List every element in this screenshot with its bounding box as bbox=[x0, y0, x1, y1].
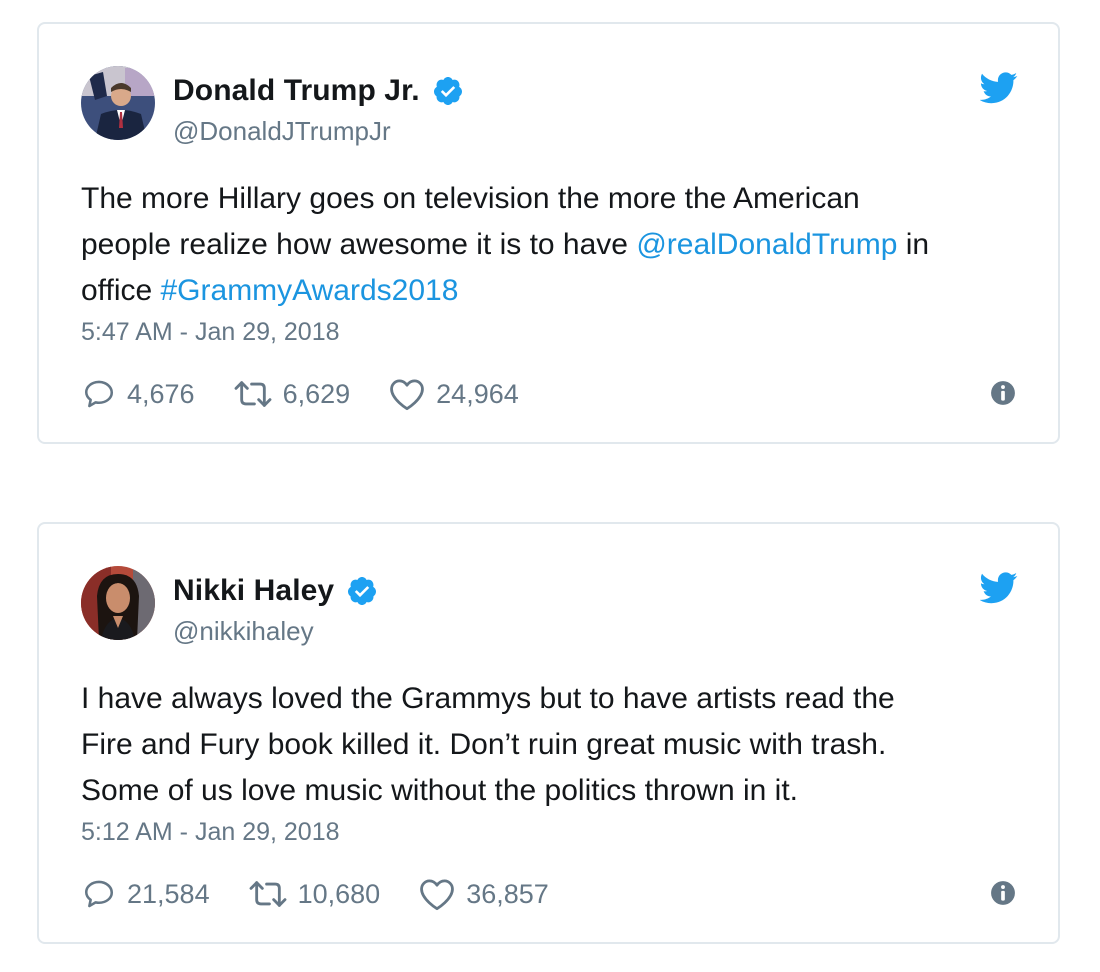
tweet-text: I have always loved the Grammys but to h… bbox=[81, 676, 1031, 814]
display-name[interactable]: Donald Trump Jr. bbox=[173, 74, 420, 108]
reply-button[interactable]: 21,584 bbox=[81, 877, 210, 911]
tweet-card[interactable]: Donald Trump Jr. @DonaldJTrumpJr The mor… bbox=[37, 22, 1060, 444]
action-bar: 21,584 10,680 36,857 bbox=[81, 874, 587, 914]
info-icon[interactable] bbox=[990, 880, 1016, 906]
reply-count: 4,676 bbox=[127, 378, 195, 409]
tweet-card[interactable]: Nikki Haley @nikkihaley I have always lo… bbox=[37, 522, 1060, 944]
tweet-text-segment: office bbox=[81, 274, 161, 307]
mention-link[interactable]: @realDonaldTrump bbox=[636, 228, 897, 261]
twitter-bird-icon[interactable] bbox=[980, 572, 1018, 604]
tweet-text-line: I have always loved the Grammys but to h… bbox=[81, 676, 1031, 722]
heart-icon bbox=[390, 379, 425, 411]
timestamp[interactable]: 5:47 AM - Jan 29, 2018 bbox=[81, 318, 340, 347]
handle[interactable]: @DonaldJTrumpJr bbox=[173, 116, 391, 147]
retweet-button[interactable]: 10,680 bbox=[248, 877, 381, 911]
info-icon[interactable] bbox=[990, 380, 1016, 406]
tweet-text-segment: Fire and Fury book killed it. Don’t ruin… bbox=[81, 728, 887, 761]
retweet-icon bbox=[249, 881, 287, 907]
retweet-button[interactable]: 6,629 bbox=[233, 377, 351, 411]
heart-icon bbox=[420, 879, 455, 911]
twitter-bird-icon[interactable] bbox=[980, 72, 1018, 104]
tweet-text-line: The more Hillary goes on television the … bbox=[81, 176, 1031, 222]
like-count: 36,857 bbox=[466, 878, 549, 909]
reply-count: 21,584 bbox=[127, 878, 210, 909]
tweet-text-line: office #GrammyAwards2018 bbox=[81, 268, 1031, 314]
action-bar: 4,676 6,629 24,964 bbox=[81, 374, 557, 414]
tweet-text-segment: The more Hillary goes on television the … bbox=[81, 182, 860, 215]
like-button[interactable]: 24,964 bbox=[388, 377, 519, 411]
tweet-text: The more Hillary goes on television the … bbox=[81, 176, 1031, 314]
avatar[interactable] bbox=[81, 566, 155, 640]
tweet-text-segment: I have always loved the Grammys but to h… bbox=[81, 682, 895, 715]
verified-badge-icon bbox=[348, 577, 377, 605]
tweet-text-segment: Some of us love music without the politi… bbox=[81, 774, 798, 807]
retweet-count: 10,680 bbox=[297, 878, 381, 909]
like-count: 24,964 bbox=[436, 378, 519, 409]
avatar-photo-icon bbox=[81, 566, 155, 640]
reply-icon bbox=[84, 380, 114, 408]
tweet-text-segment: in bbox=[897, 228, 930, 261]
timestamp[interactable]: 5:12 AM - Jan 29, 2018 bbox=[81, 818, 340, 847]
avatar-photo-icon bbox=[81, 66, 155, 140]
tweet-text-segment: people realize how awesome it is to have bbox=[81, 228, 637, 261]
avatar[interactable] bbox=[81, 66, 155, 140]
tweet-text-line: Fire and Fury book killed it. Don’t ruin… bbox=[81, 722, 1031, 768]
retweet-count: 6,629 bbox=[282, 378, 351, 409]
display-name[interactable]: Nikki Haley bbox=[173, 574, 334, 608]
reply-button[interactable]: 4,676 bbox=[81, 377, 195, 411]
handle[interactable]: @nikkihaley bbox=[173, 616, 314, 647]
like-button[interactable]: 36,857 bbox=[418, 877, 549, 911]
tweet-text-line: Some of us love music without the politi… bbox=[81, 768, 1031, 814]
tweet-text-line: people realize how awesome it is to have… bbox=[81, 222, 1031, 268]
verified-badge-icon bbox=[433, 77, 462, 105]
hashtag-link[interactable]: #GrammyAwards2018 bbox=[161, 274, 459, 307]
reply-icon bbox=[84, 880, 114, 908]
retweet-icon bbox=[234, 381, 271, 407]
